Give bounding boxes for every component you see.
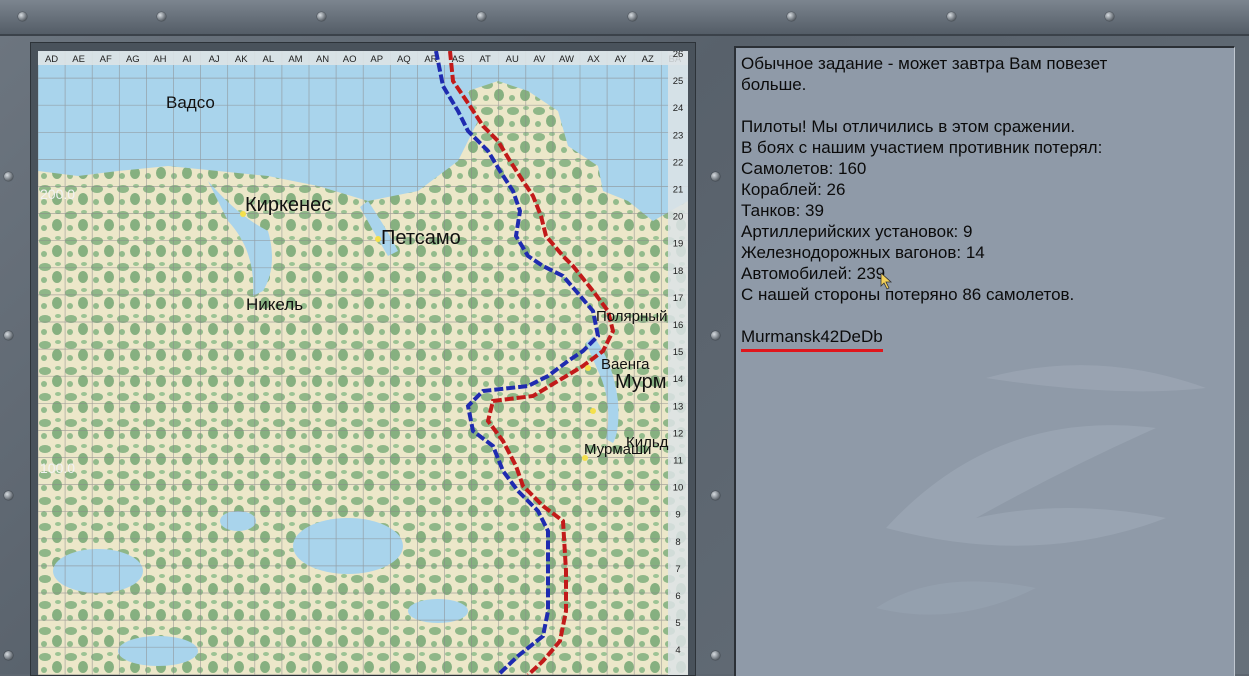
row-label: 12: [673, 428, 684, 439]
column-label: AU: [506, 54, 519, 65]
rivet-icon: [711, 491, 720, 500]
report-line: больше.: [741, 75, 807, 94]
column-label: AY: [615, 54, 628, 65]
rivet-icon: [4, 172, 13, 181]
place-label-kildin: Кильд: [626, 434, 669, 451]
stat-tanks: Танков: 39: [741, 201, 824, 220]
report-line: Пилоты! Мы отличились в этом сражении.: [741, 117, 1076, 136]
row-label: 15: [673, 347, 684, 358]
stat-own-losses: С нашей стороны потеряно 86 самолетов.: [741, 285, 1075, 304]
pilot-username: Murmansk42DeDb: [741, 326, 883, 352]
column-label: AM: [288, 54, 302, 65]
map-view[interactable]: AD AE AF AG AH AI AJ AK AL AM AN AO AP AQ AR AS AT AU AV AW…: [38, 51, 688, 675]
row-label: 4: [675, 645, 680, 656]
row-label: 26: [673, 51, 684, 60]
stat-railcars: Железнодорожных вагонов: 14: [741, 243, 985, 262]
column-label: AD: [45, 54, 58, 65]
row-label: 25: [673, 76, 684, 87]
row-label: 10: [673, 483, 684, 494]
column-label: AL: [263, 54, 275, 65]
stat-ships: Кораблей: 26: [741, 180, 846, 199]
place-label-murmansk: Мурм: [615, 371, 667, 393]
scale-label: 200.0: [40, 186, 75, 202]
row-label: 14: [673, 374, 684, 385]
place-label-nikel: Никель: [246, 295, 303, 314]
row-label: 18: [673, 266, 684, 277]
row-label: 24: [673, 103, 684, 114]
column-label: AX: [587, 54, 600, 65]
column-label: AG: [126, 54, 140, 65]
stat-vehicles: Автомобилей: 239: [741, 264, 886, 283]
row-label: 11: [673, 456, 683, 467]
rivet-icon: [711, 172, 720, 181]
column-label: AV: [533, 54, 546, 65]
rivet-icon: [711, 651, 720, 660]
column-label: AT: [479, 54, 491, 65]
rivet-icon: [1105, 12, 1114, 21]
column-label: AI: [183, 54, 192, 65]
rivet-icon: [157, 12, 166, 21]
place-label-kirkenes: Киркенес: [245, 194, 331, 216]
row-label: 13: [673, 401, 684, 412]
stat-planes: Самолетов: 160: [741, 159, 867, 178]
column-label: AO: [343, 54, 357, 65]
row-label: 16: [673, 320, 684, 331]
mouse-cursor-icon: [880, 272, 893, 290]
row-label: 7: [675, 564, 680, 575]
lake: [220, 511, 256, 531]
lake: [53, 549, 143, 593]
stat-artillery: Артиллерийских установок: 9: [741, 222, 973, 241]
column-label: AF: [100, 54, 112, 65]
top-bar: [0, 0, 1249, 36]
place-label-petsamo: Петсамо: [381, 227, 461, 249]
row-label: 23: [673, 130, 684, 141]
place-label-polyarny: Полярный: [596, 308, 667, 325]
mission-report-panel: Обычное задание - может завтра Вам повез…: [734, 46, 1235, 676]
row-label: 6: [675, 591, 680, 602]
place-label-vadso: Вадсо: [166, 93, 215, 112]
column-label: AJ: [209, 54, 220, 65]
row-label: 22: [673, 157, 684, 168]
rivet-icon: [4, 651, 13, 660]
row-label: 17: [673, 293, 684, 304]
column-label: AQ: [397, 54, 411, 65]
map-panel[interactable]: AD AE AF AG AH AI AJ AK AL AM AN AO AP AQ AR AS AT AU AV AW…: [30, 42, 696, 676]
row-label: 8: [675, 537, 680, 548]
row-label: 5: [675, 618, 680, 629]
column-label: AS: [452, 54, 465, 65]
row-header-bar: [668, 51, 688, 675]
rivet-icon: [4, 491, 13, 500]
report-text: Обычное задание - может завтра Вам повез…: [741, 53, 1221, 352]
rivet-icon: [711, 331, 720, 340]
report-line: Обычное задание - может завтра Вам повез…: [741, 54, 1108, 73]
lake: [118, 636, 198, 666]
column-label: AN: [316, 54, 329, 65]
row-label: 9: [675, 510, 680, 521]
column-label: AZ: [642, 54, 654, 65]
rivet-icon: [787, 12, 796, 21]
rivet-icon: [477, 12, 486, 21]
column-label: AH: [153, 54, 166, 65]
report-line: В боях с нашим участием противник потеря…: [741, 138, 1103, 157]
row-label: 19: [673, 239, 684, 250]
column-label: AW: [559, 54, 574, 65]
rivet-icon: [18, 12, 27, 21]
rivet-icon: [317, 12, 326, 21]
town-marker: [590, 408, 596, 414]
rivet-icon: [947, 12, 956, 21]
column-label: AP: [370, 54, 383, 65]
town-marker: [585, 365, 591, 371]
column-label: AK: [235, 54, 248, 65]
rivet-icon: [628, 12, 637, 21]
column-label: AE: [72, 54, 85, 65]
rivet-icon: [4, 331, 13, 340]
row-label: 21: [673, 185, 684, 196]
lake: [408, 599, 468, 623]
row-label: 20: [673, 212, 684, 223]
scale-label: 100.0: [40, 460, 75, 476]
